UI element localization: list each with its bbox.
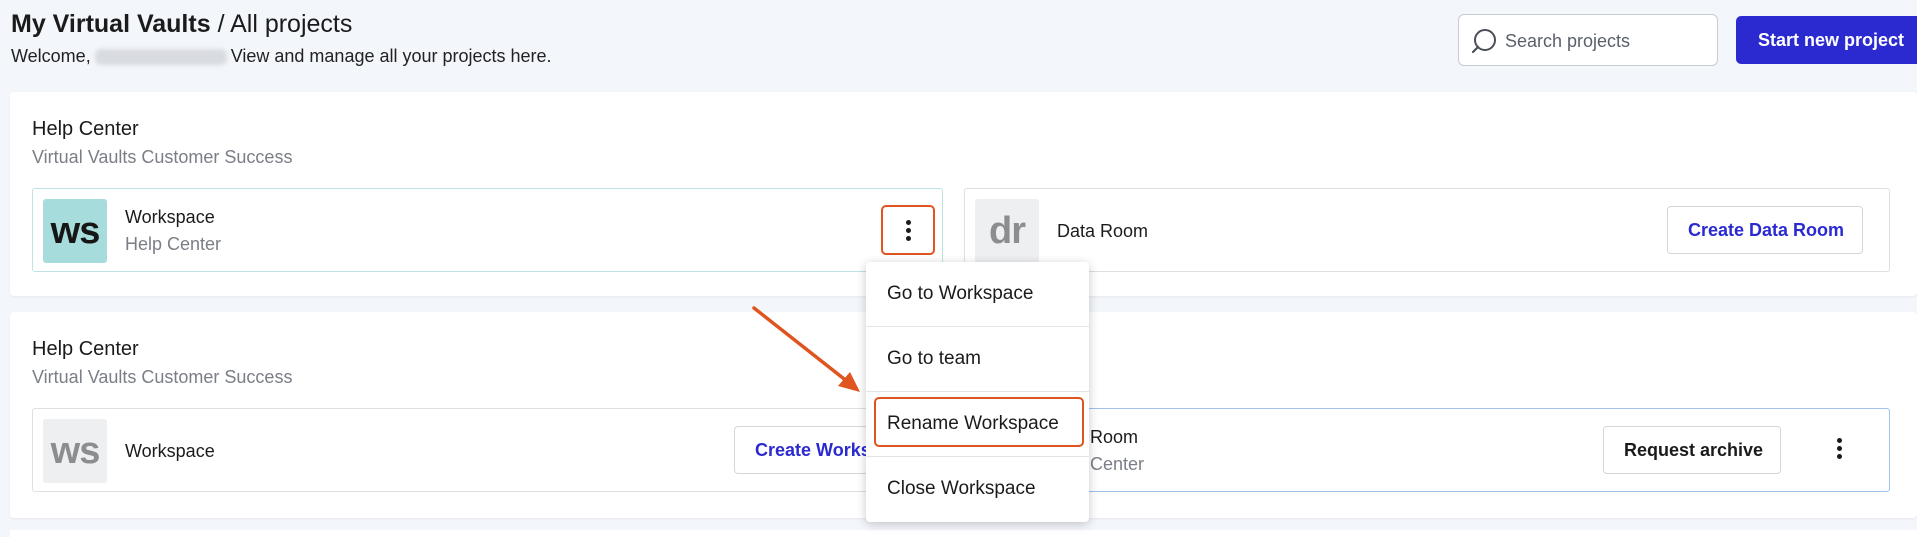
annotation-arrow-icon [752,306,860,392]
start-new-project-button[interactable]: Start new project [1736,16,1917,64]
workspace-logo: ws [43,199,107,263]
search-box[interactable] [1458,14,1718,66]
create-data-room-button[interactable]: Create Data Room [1667,206,1863,254]
welcome-text: Welcome, View and manage all your project… [11,46,552,67]
project-subtitle: Virtual Vaults Customer Success [32,147,293,167]
kebab-dot [905,220,911,225]
title-separator: / [217,10,225,38]
workspace-name: Workspace [125,441,215,461]
menu-item-go-to-workspace[interactable]: Go to Workspace [866,262,1089,326]
kebab-dot [905,228,911,233]
next-card-edge [10,530,1917,537]
project-subtitle: Virtual Vaults Customer Success [32,367,293,387]
workspace-subtitle: Help Center [125,234,222,254]
dataroom-tile[interactable]: dr Data Room Create Data Room [964,188,1890,272]
more-options-button[interactable] [1813,426,1865,474]
workspace-tile[interactable]: ws Workspace Create Works [32,408,944,492]
rename-highlight-box [874,397,1084,447]
redacted-user-name [94,49,227,66]
dataroom-logo: dr [975,199,1039,263]
dataroom-name: Data Room [1057,221,1149,241]
project-title: Help Center [32,118,139,140]
menu-item-go-to-team[interactable]: Go to team [866,327,1089,391]
kebab-dot [1836,446,1842,451]
request-archive-button[interactable]: Request archive [1603,426,1781,474]
welcome-suffix: View and manage all your projects here. [230,46,552,66]
app-title: My Virtual Vaults [11,10,211,38]
kebab-dot [905,236,911,241]
page-title: My Virtual Vaults / All projects [11,10,352,39]
menu-item-close-workspace[interactable]: Close Workspace [866,457,1089,521]
dataroom-tile[interactable]: a Room p Center Request archive [964,408,1890,492]
more-options-button[interactable] [881,205,935,255]
kebab-dot [1836,454,1842,459]
search-input[interactable] [1503,25,1712,57]
workspace-name: Workspace [125,207,215,227]
workspace-tile[interactable]: ws Workspace Help Center [32,188,943,272]
kebab-dot [1836,438,1842,443]
welcome-prefix: Welcome, [11,46,91,66]
workspace-options-menu: Go to Workspace Go to team Rename Worksp… [866,262,1089,522]
project-title: Help Center [32,338,139,360]
search-icon [1471,29,1496,54]
workspace-logo: ws [43,419,107,483]
section-title: All projects [230,10,353,38]
